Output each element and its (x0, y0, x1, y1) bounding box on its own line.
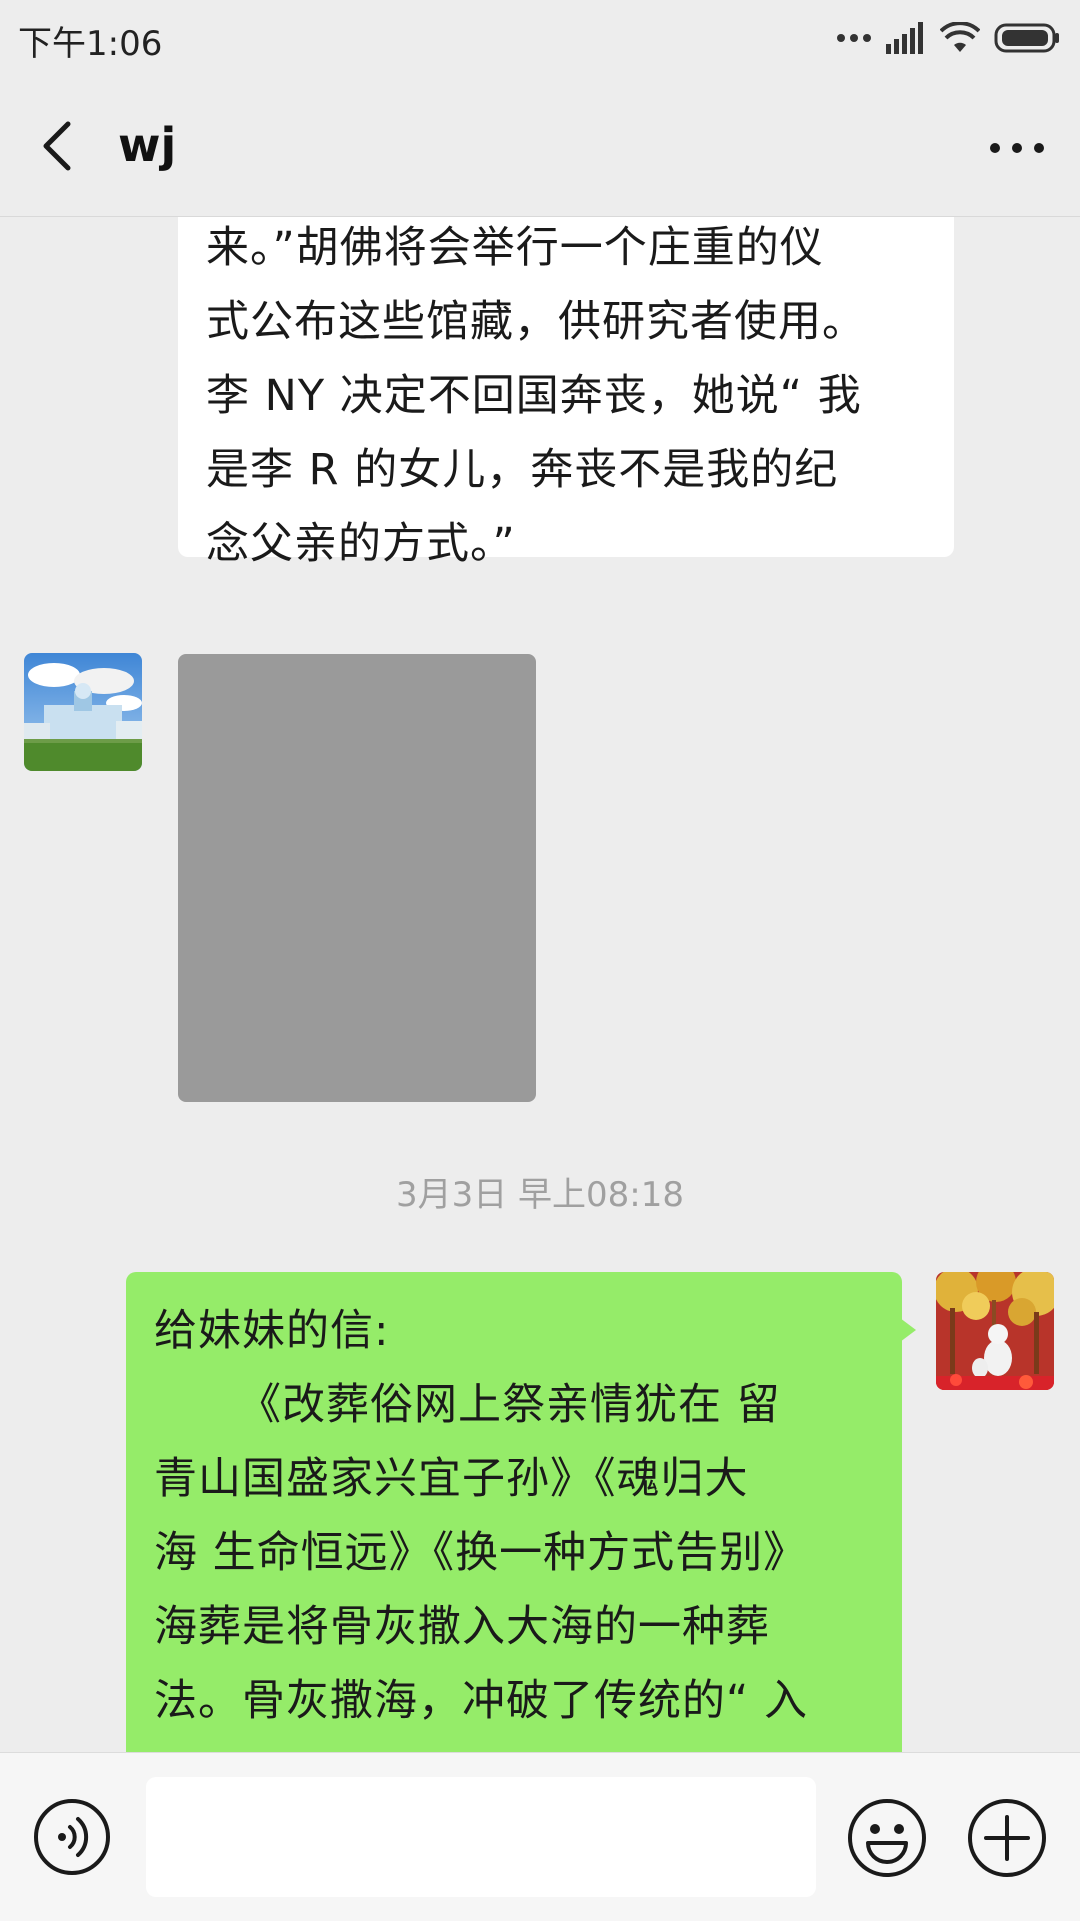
message-line: 是李 R 的女儿，奔丧不是我的纪 (206, 445, 839, 495)
avatar-image (936, 1272, 1054, 1390)
more-dots-icon (990, 143, 1044, 153)
incoming-image-message[interactable] (178, 654, 536, 1102)
message-line: 法。骨灰撒海，冲破了传统的“ 入 (154, 1676, 808, 1726)
message-line: 海葬是将骨灰撒入大海的一种葬 (154, 1602, 770, 1652)
dots-icon (837, 34, 871, 42)
message-input[interactable] (146, 1777, 816, 1897)
message-line: 青山国盛家兴宜子孙》《魂归大 (154, 1454, 749, 1504)
message-line: 式公布这些馆藏，供研究者使用。 (206, 297, 866, 347)
message-line: 李 NY 决定不回国奔丧，她说“ 我 (206, 371, 862, 421)
signal-icon (886, 22, 923, 54)
wifi-icon (940, 22, 980, 52)
message-line: 《改葬俗网上祭亲情犹在 留 (238, 1380, 781, 1430)
back-button[interactable] (30, 116, 90, 176)
plus-button[interactable] (966, 1797, 1048, 1879)
status-time: 下午1:06 (18, 24, 163, 64)
outgoing-text-bubble[interactable]: 给妹妹的信: 《改葬俗网上祭亲情犹在 留 青山国盛家兴宜子孙》《魂归大 海 生命… (126, 1272, 916, 1752)
incoming-text-bubble[interactable]: 来。”胡佛将会举行一个庄重的仪 式公布这些馆藏，供研究者使用。 李 NY 决定不… (178, 217, 954, 569)
battery-icon (994, 23, 1059, 53)
message-line: 给妹妹的信: (154, 1306, 390, 1356)
message-timestamp: 3月3日 早上08:18 (395, 1175, 685, 1215)
message-line: 念父亲的方式。” (206, 519, 516, 569)
status-icons (836, 18, 1060, 58)
chat-title: wj (118, 118, 177, 172)
contact-avatar[interactable] (24, 653, 142, 771)
emoji-button[interactable] (846, 1797, 928, 1879)
input-bar (0, 1752, 1080, 1921)
chat-header: wj (0, 76, 1080, 217)
emoji-icon (848, 1799, 926, 1877)
message-line: 来。”胡佛将会举行一个庄重的仪 (206, 223, 824, 273)
plus-icon (968, 1799, 1046, 1877)
chevron-left-icon (43, 121, 71, 171)
voice-icon (34, 1799, 110, 1875)
my-avatar[interactable] (936, 1272, 1054, 1390)
status-bar: 下午1:06 (0, 0, 1080, 76)
more-button[interactable] (982, 118, 1052, 178)
chat-message-list[interactable]: 来。”胡佛将会举行一个庄重的仪 式公布这些馆藏，供研究者使用。 李 NY 决定不… (0, 217, 1080, 1752)
voice-button[interactable] (32, 1797, 112, 1877)
avatar-image (24, 653, 142, 771)
message-line: 海 生命恒远》《换一种方式告别》 (154, 1528, 808, 1578)
